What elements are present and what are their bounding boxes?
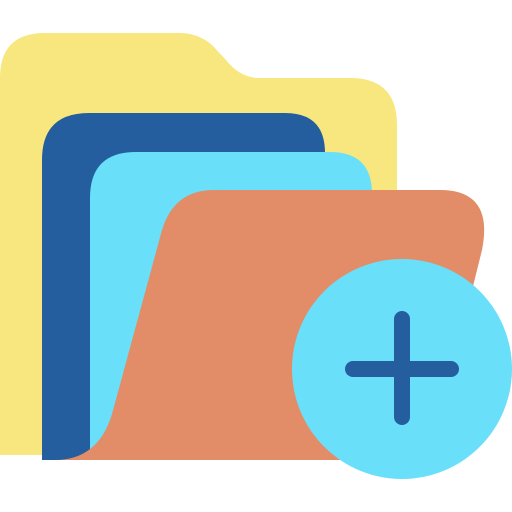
add-folder-icon <box>0 0 512 512</box>
add-folder-illustration <box>0 33 512 479</box>
